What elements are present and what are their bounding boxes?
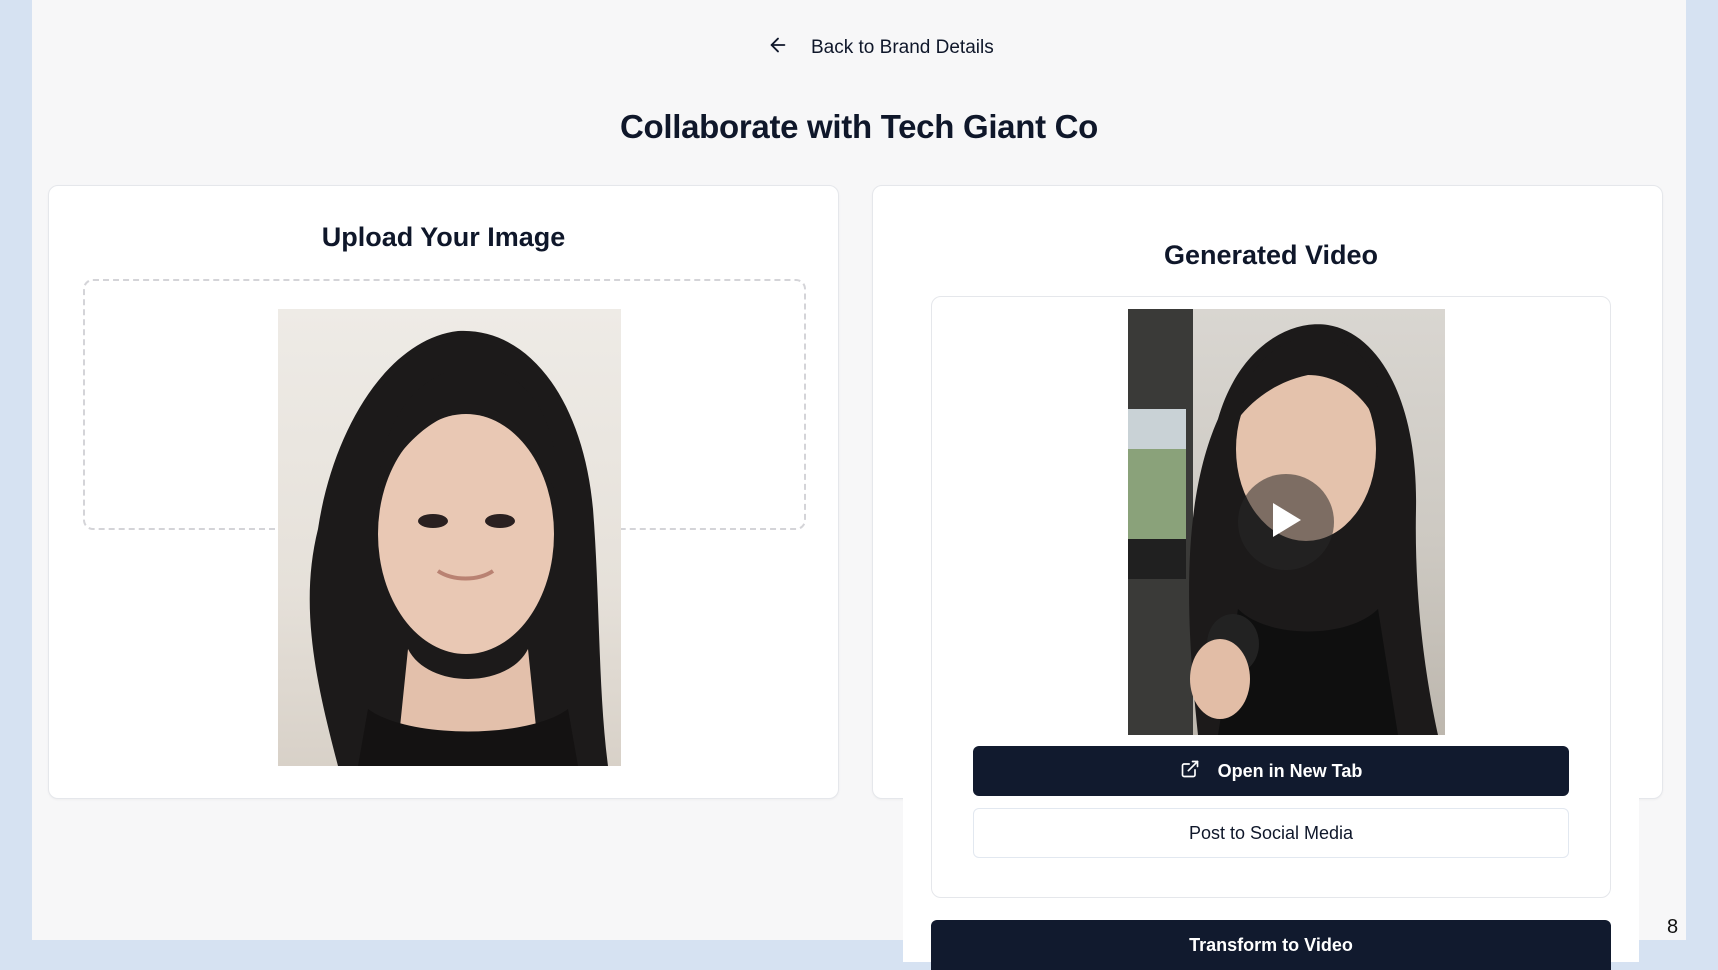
uploaded-image: [278, 309, 621, 766]
video-result-box: Open in New Tab Post to Social Media: [931, 296, 1611, 898]
play-button[interactable]: [1238, 474, 1334, 570]
open-in-new-tab-button[interactable]: Open in New Tab: [973, 746, 1569, 796]
post-to-social-media-label: Post to Social Media: [1188, 822, 1354, 843]
external-link-icon: [1180, 759, 1200, 784]
transform-to-video-label: Transform to Video: [1189, 934, 1353, 955]
back-link-label: Back to Brand Details: [811, 37, 994, 58]
play-icon: [1269, 501, 1303, 544]
open-in-new-tab-label: Open in New Tab: [1217, 760, 1363, 781]
generated-video-player[interactable]: [1128, 309, 1445, 735]
upload-card-title: Upload Your Image: [321, 222, 566, 252]
arrow-left-icon: [767, 34, 789, 62]
generated-video-panel: Generated Video Open in New Tab Post to …: [903, 206, 1639, 970]
page-title: Collaborate with Tech Giant Co: [619, 108, 1099, 145]
post-to-social-media-button[interactable]: Post to Social Media: [973, 808, 1569, 858]
back-to-brand-details-link[interactable]: Back to Brand Details: [767, 32, 994, 64]
corner-number: 8: [1667, 916, 1679, 938]
generated-video-title: Generated Video: [1163, 240, 1379, 270]
transform-to-video-button[interactable]: Transform to Video: [931, 920, 1611, 970]
